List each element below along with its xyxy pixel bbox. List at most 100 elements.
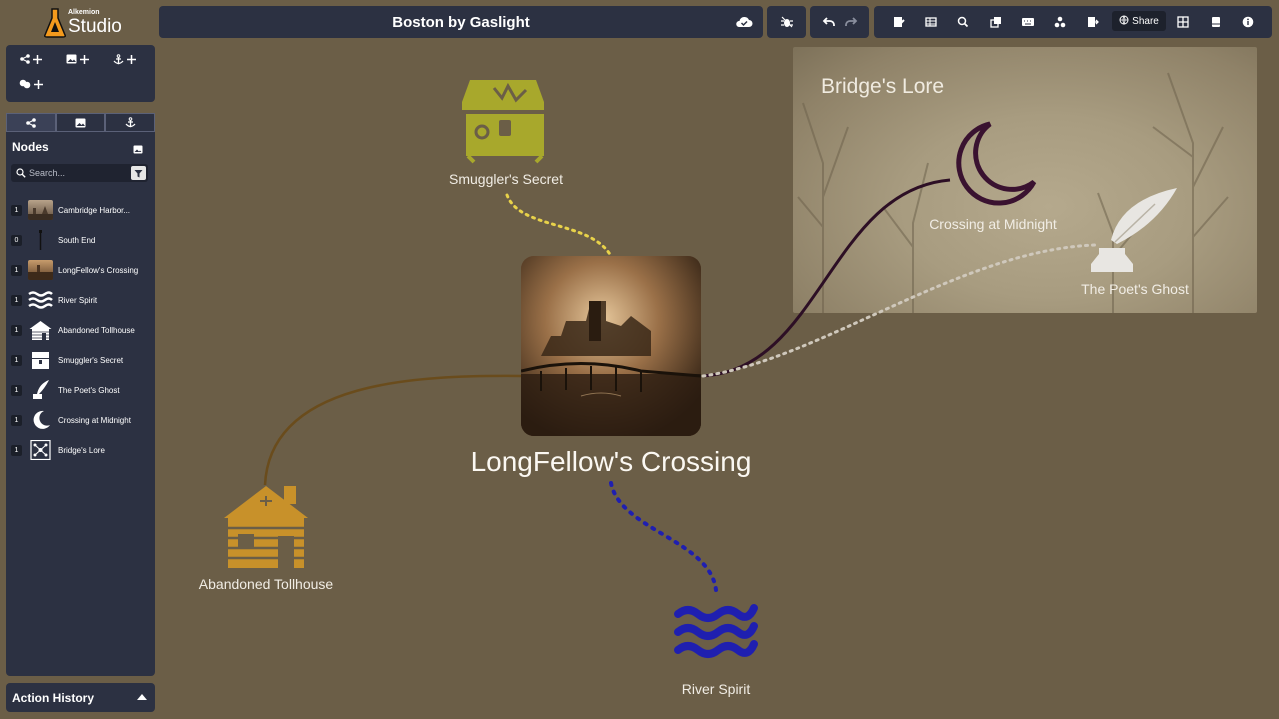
edit-document-icon[interactable] — [890, 13, 908, 31]
list-item-label: River Spirit — [58, 295, 98, 305]
undo-redo-box — [810, 6, 869, 38]
lamp-post-icon — [28, 230, 53, 250]
list-item-smugglers-secret[interactable]: 1 Smuggler's Secret — [11, 345, 151, 375]
list-item-label: The Poet's Ghost — [58, 385, 120, 395]
keyboard-icon[interactable] — [1019, 13, 1037, 31]
grid-layout-icon[interactable] — [1174, 13, 1192, 31]
share-nodes-icon — [20, 54, 30, 64]
tab-nodes[interactable] — [6, 113, 56, 132]
plus-icon — [34, 79, 43, 89]
filter-icon — [134, 169, 143, 177]
groups-icon — [19, 79, 31, 89]
list-item-label: Smuggler's Secret — [58, 355, 124, 365]
add-group-button[interactable] — [19, 79, 43, 89]
list-item-poets-ghost[interactable]: 1 The Poet's Ghost — [11, 375, 151, 405]
link-count: 1 — [11, 414, 22, 426]
link-count: 1 — [11, 204, 22, 216]
link-count: 1 — [11, 264, 22, 276]
image-toggle-icon[interactable] — [133, 141, 143, 159]
info-icon[interactable] — [1239, 13, 1257, 31]
bug-off-icon[interactable] — [778, 13, 796, 31]
nodes-panel: Nodes 1 Cambridge Harbor... 0 South End … — [6, 113, 156, 676]
project-title[interactable]: Boston by Gaslight — [392, 14, 530, 31]
link-count: 1 — [11, 444, 22, 456]
plus-icon — [33, 54, 42, 64]
tab-anchors[interactable] — [105, 113, 156, 132]
node-label-smugglers-secret[interactable]: Smuggler's Secret — [449, 171, 563, 187]
tab-images[interactable] — [55, 113, 106, 132]
cabin-icon — [28, 320, 53, 340]
list-item-label: LongFellow's Crossing — [58, 265, 139, 275]
anchor-icon — [125, 117, 136, 128]
list-item-river-spirit[interactable]: 1 River Spirit — [11, 285, 151, 315]
list-item-south-end[interactable]: 0 South End — [11, 225, 151, 255]
list-item-crossing-at-midnight[interactable]: 1 Crossing at Midnight — [11, 405, 151, 435]
share-nodes-icon — [26, 117, 36, 128]
add-node-button[interactable] — [20, 54, 42, 64]
node-label-poets-ghost[interactable]: The Poet's Ghost — [1081, 281, 1189, 297]
node-label-abandoned-tollhouse[interactable]: Abandoned Tollhouse — [199, 576, 333, 592]
plus-icon — [80, 54, 89, 64]
app-logo[interactable]: Alkemion Studio — [44, 4, 124, 38]
list-item-bridges-lore[interactable]: 1 Bridge's Lore — [11, 435, 151, 465]
add-anchor-button[interactable] — [113, 54, 136, 65]
network-icon — [28, 440, 53, 460]
list-item-label: Abandoned Tollhouse — [58, 325, 135, 335]
node-search — [11, 164, 148, 182]
crossing-illustration — [521, 256, 701, 436]
action-history-label: Action History — [12, 690, 95, 705]
search-input[interactable] — [29, 168, 125, 178]
search-icon — [16, 168, 26, 178]
caret-up-icon[interactable] — [137, 694, 147, 700]
treasure-chest-icon — [28, 350, 53, 370]
table-icon[interactable] — [922, 13, 940, 31]
link-count: 1 — [11, 354, 22, 366]
flask-logo-icon — [44, 8, 66, 38]
list-item-label: Bridge's Lore — [58, 445, 105, 455]
share-label: Share — [1132, 15, 1159, 27]
action-history-panel[interactable]: Action History — [6, 683, 155, 712]
debug-box — [767, 6, 806, 38]
nodes-cluster-icon[interactable] — [1051, 13, 1069, 31]
search-icon[interactable] — [954, 13, 972, 31]
image-icon — [75, 118, 86, 127]
node-label-river-spirit[interactable]: River Spirit — [682, 681, 750, 697]
image-icon — [66, 54, 77, 64]
crossing-thumbnail — [28, 260, 53, 280]
copy-icon[interactable] — [987, 13, 1005, 31]
list-item-cambridge-harbor[interactable]: 1 Cambridge Harbor... — [11, 195, 151, 225]
toolbar: Share — [874, 6, 1272, 38]
book-icon[interactable] — [1207, 13, 1225, 31]
link-count: 0 — [11, 234, 22, 246]
undo-icon[interactable] — [820, 13, 838, 31]
link-count: 1 — [11, 384, 22, 396]
filter-button[interactable] — [131, 166, 146, 180]
quill-inkwell-icon — [28, 380, 53, 400]
globe-icon — [1119, 15, 1129, 28]
logo-brand-text: Alkemion — [68, 9, 100, 16]
add-panel — [6, 45, 155, 102]
redo-icon[interactable] — [842, 13, 860, 31]
central-node-image[interactable] — [521, 256, 701, 436]
list-item-label: Cambridge Harbor... — [58, 205, 131, 215]
node-list: 1 Cambridge Harbor... 0 South End 1 Long… — [11, 195, 151, 465]
link-count: 1 — [11, 294, 22, 306]
plus-icon — [127, 55, 136, 64]
list-item-label: Crossing at Midnight — [58, 415, 131, 425]
node-label-crossing-at-midnight[interactable]: Crossing at Midnight — [929, 216, 1057, 232]
central-node-label[interactable]: LongFellow's Crossing — [471, 446, 752, 478]
list-item-longfellows-crossing[interactable]: 1 LongFellow's Crossing — [11, 255, 151, 285]
waves-icon — [28, 290, 53, 310]
share-button[interactable]: Share — [1112, 11, 1166, 31]
add-image-button[interactable] — [66, 54, 89, 64]
crescent-moon-icon — [28, 410, 53, 430]
cloud-sync-icon[interactable] — [735, 13, 753, 31]
list-item-label: South End — [58, 235, 96, 245]
group-title: Bridge's Lore — [821, 75, 945, 98]
sidebar-tabs — [6, 113, 156, 132]
list-item-abandoned-tollhouse[interactable]: 1 Abandoned Tollhouse — [11, 315, 151, 345]
logo-product-text: Studio — [68, 16, 122, 37]
export-icon[interactable] — [1084, 13, 1102, 31]
anchor-icon — [113, 54, 124, 65]
harbor-thumbnail — [28, 200, 53, 220]
